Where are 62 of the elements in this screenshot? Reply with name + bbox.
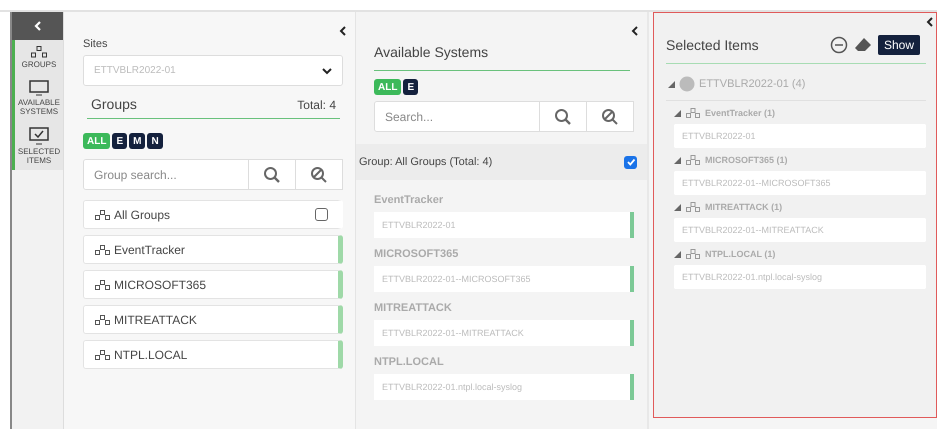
search-off-icon [310, 166, 328, 184]
total-count: Total: 4 [297, 98, 336, 112]
monitor-check-icon [29, 126, 49, 145]
group-item[interactable]: MICROSOFT365 [83, 270, 343, 299]
caret-icon [322, 66, 332, 74]
selected-system: ETTVBLR2022-01--MITREATTACK [674, 218, 926, 242]
group-name: MITREATTACK [114, 312, 198, 326]
search-icon [554, 108, 572, 126]
section-title: Selected Items [666, 37, 760, 53]
selected-system: ETTVBLR2022-01 [674, 124, 926, 148]
sidebar-item[interactable]: GROUPS [15, 40, 63, 74]
group-item[interactable]: MITREATTACK [83, 305, 343, 334]
network-icon [31, 46, 47, 58]
network-icon [95, 244, 110, 254]
filter-chip[interactable]: E [112, 133, 128, 149]
network-icon [686, 108, 700, 118]
collapse-icon[interactable] [926, 17, 934, 27]
network-icon [95, 314, 110, 324]
show-button[interactable]: Show [878, 35, 920, 55]
group-title: MICROSOFT365 [374, 248, 460, 260]
network-icon [686, 202, 700, 212]
filter-chip[interactable]: N [147, 133, 163, 149]
search-button[interactable] [540, 101, 587, 132]
network-icon [95, 210, 110, 220]
clear-search-button[interactable] [587, 101, 634, 132]
selected-system: ETTVBLR2022-01--MICROSOFT365 [674, 171, 926, 195]
group-item[interactable]: All Groups [83, 200, 343, 229]
sidebar-item[interactable]: SELECTED ITEMS [15, 120, 63, 170]
search-field[interactable]: Group search... [83, 159, 249, 190]
network-icon [686, 155, 700, 165]
checkbox[interactable] [315, 208, 328, 221]
collapse-icon[interactable] [339, 26, 347, 36]
filter-chip[interactable]: M [129, 133, 146, 149]
checkbox[interactable] [624, 156, 637, 168]
selected-system: ETTVBLR2022-01.ntpl.local-syslog [674, 265, 926, 289]
clear-search-button[interactable] [296, 159, 343, 190]
search-icon [263, 166, 281, 184]
eraser-icon[interactable] [854, 37, 872, 53]
section-title: Available Systems [374, 44, 488, 60]
filter-chip[interactable]: E [403, 79, 418, 95]
search-off-icon [601, 108, 619, 126]
minus-circle-icon[interactable] [830, 36, 848, 54]
field-label: Sites [83, 38, 108, 50]
group-title: EventTracker [374, 194, 444, 206]
group-name: MICROSOFT365 [114, 278, 208, 292]
group-name: All Groups [114, 208, 172, 222]
group-name: EventTracker [114, 242, 186, 256]
monitor-icon [29, 80, 49, 96]
collapse-icon[interactable] [631, 26, 639, 36]
search-field[interactable]: Search... [374, 101, 540, 132]
group-title: NTPL.LOCAL [374, 356, 445, 368]
group-title: MITREATTACK [374, 302, 453, 314]
group-item[interactable]: NTPL.LOCAL [83, 340, 343, 369]
search-button[interactable] [249, 159, 296, 190]
sidebar-item[interactable]: AVAILABLE SYSTEMS [15, 74, 63, 121]
network-icon [95, 280, 110, 290]
group-item[interactable]: EventTracker [83, 235, 343, 264]
network-icon [95, 350, 110, 360]
section-title: Groups [91, 96, 137, 112]
network-icon [686, 249, 700, 259]
group-name: NTPL.LOCAL [114, 348, 188, 362]
group-summary: Group: All Groups (Total: 4) [359, 156, 492, 168]
